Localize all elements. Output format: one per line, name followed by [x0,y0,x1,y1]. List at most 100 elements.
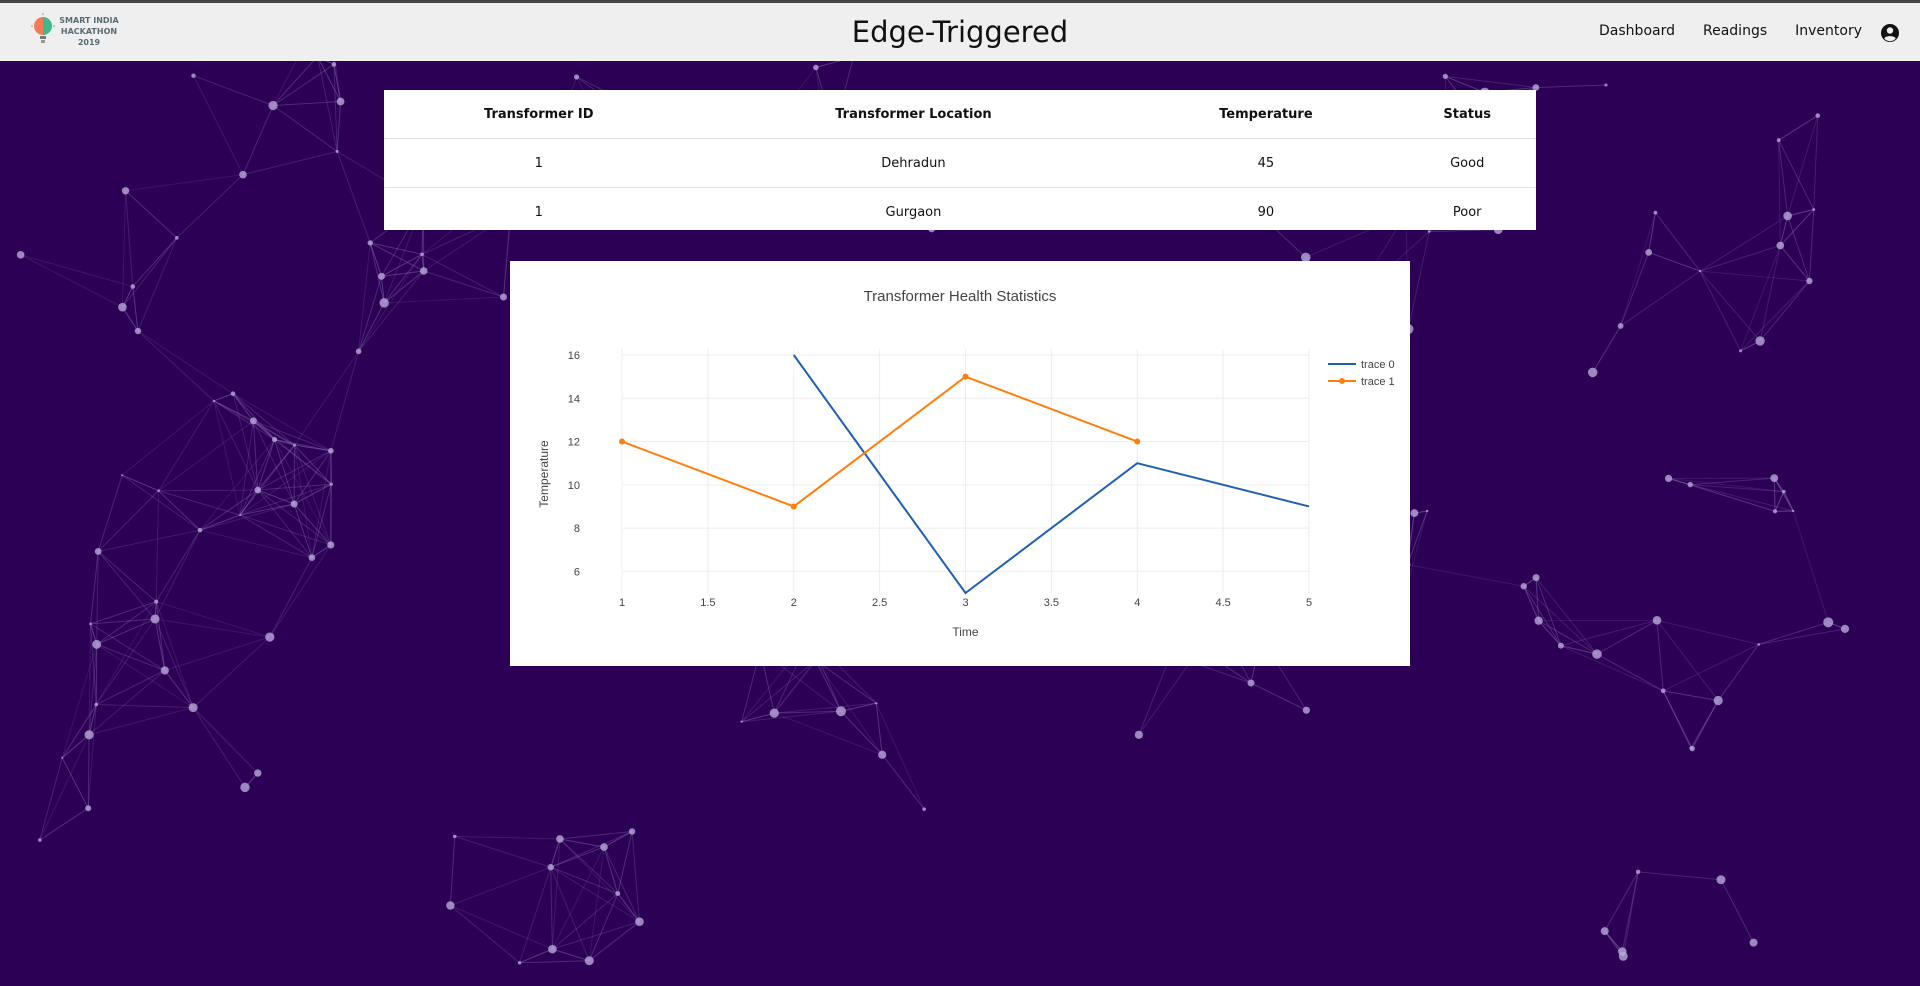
network-node [1815,113,1821,118]
network-node [377,272,385,280]
network-line [559,838,619,894]
network-node [367,240,373,246]
network-node [1782,489,1786,494]
network-line [519,948,553,964]
network-line [550,866,618,894]
network-line [193,75,244,175]
network-node [452,834,457,839]
x-tick-label: 2.5 [872,597,887,609]
network-node [121,474,124,477]
network-node [134,327,142,335]
network-line [1668,477,1784,493]
series-point-1 [790,503,797,510]
network-line [158,420,254,492]
network-line [1407,231,1430,330]
network-line [158,400,215,491]
x-axis-title: Time [952,625,979,639]
network-line [96,704,194,709]
network-node [154,599,159,604]
network-node [254,769,262,777]
network-line [132,237,178,287]
network-node [1713,695,1723,706]
network-node [1635,869,1641,875]
network-node [230,391,236,396]
network-node [197,527,203,533]
network-node [1618,951,1628,961]
network-node [1840,624,1850,633]
x-tick-label: 1 [619,597,625,609]
network-line [450,905,553,950]
network-node [1557,642,1564,649]
network-node [188,703,198,713]
network-node [1302,706,1310,714]
series-point-1 [962,373,969,380]
network-line [617,831,633,894]
bulb-icon [31,13,55,43]
network-node [1749,938,1758,947]
network-node [1698,269,1702,273]
network-node [878,750,887,759]
network-node [191,73,196,78]
network-line [550,867,553,950]
transformer-table-card: Transformer ID Transformer Location Temp… [384,90,1536,230]
network-line [121,400,215,476]
network-line [269,557,313,638]
column-header: Transformer ID [384,90,694,139]
hackathon-logo[interactable]: SMART INDIA HACKATHON 2019 [30,13,120,49]
network-line [137,237,178,332]
line-chart[interactable]: Transformer Health Statistics Time Tempera… [510,261,1410,666]
network-line [1592,325,1622,373]
chart-card: Transformer Health Statistics Time Tempera… [510,261,1410,666]
network-node [1617,323,1624,329]
network-line [213,393,234,402]
network-line [330,351,360,451]
network-node [1689,745,1695,752]
network-node [1652,616,1662,625]
network-line [1596,653,1664,692]
network-node [548,944,557,954]
network-line [1700,270,1810,282]
network-line [253,420,332,452]
network-node [584,956,594,966]
y-tick-label: 10 [568,480,580,492]
table-cell: 90 [1257,204,1275,220]
column-header: Temperature [1133,90,1399,139]
account-circle-icon[interactable] [1880,23,1900,43]
network-node [1776,138,1781,143]
network-node [1772,509,1778,514]
network-node [94,702,99,707]
network-line [242,150,338,176]
nav-readings[interactable]: Readings [1703,23,1767,39]
network-line [1596,619,1658,655]
network-node [85,805,92,812]
network-line [449,836,456,906]
network-line [98,529,201,552]
network-node [290,500,298,508]
network-node [1664,474,1673,482]
network-line [1538,620,1562,646]
network-node [355,348,362,355]
network-node [446,901,455,910]
network-node [1587,367,1598,378]
y-tick-label: 8 [574,523,580,535]
network-node [160,666,169,675]
nav-dashboard[interactable]: Dashboard [1599,23,1675,39]
network-node [1716,875,1726,885]
network-line [192,636,271,708]
network-node [240,782,250,793]
network-node [150,614,160,624]
network-line [358,242,371,352]
network-node [327,541,335,549]
network-line [199,529,313,559]
network-node [1134,730,1143,739]
nav-inventory[interactable]: Inventory [1795,23,1862,39]
network-line [20,254,123,308]
network-node [265,632,275,642]
network-node [1812,208,1816,211]
network-line [1699,245,1781,272]
network-line [1663,690,1719,701]
network-node [239,170,247,179]
x-tick-label: 1.5 [700,597,715,609]
network-line [293,503,313,558]
table-row: 1 Dehradun 45 Good [384,138,1536,188]
